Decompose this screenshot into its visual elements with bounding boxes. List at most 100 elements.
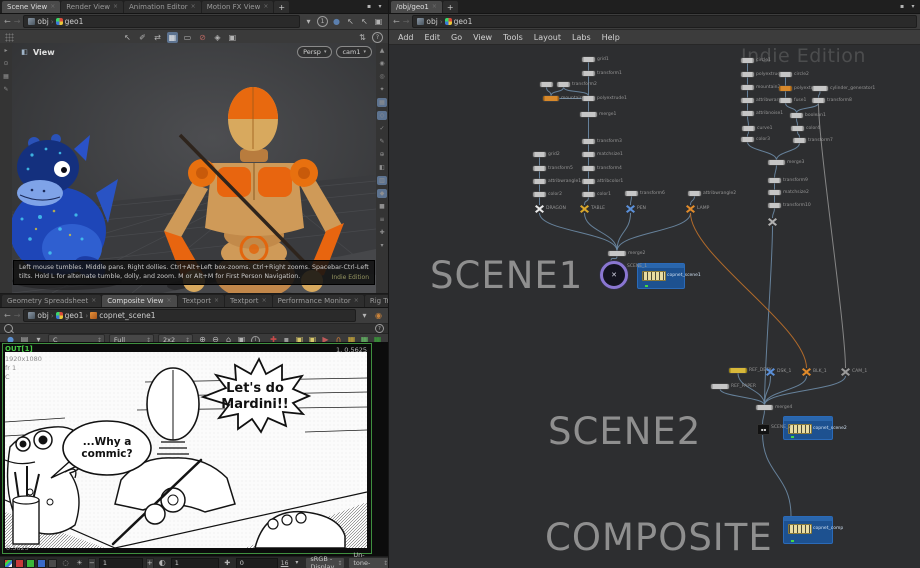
channel-rgb-swatch[interactable] xyxy=(4,559,13,568)
brightness-plus-button[interactable]: + xyxy=(146,558,154,568)
material-sphere-icon[interactable]: ● xyxy=(331,16,342,27)
node-n3[interactable] xyxy=(540,82,553,87)
tab-motion-fx-view[interactable]: Motion FX View× xyxy=(202,1,274,13)
tab-close-icon[interactable]: × xyxy=(166,298,171,304)
snapshot-icon[interactable]: ▣ xyxy=(227,32,238,43)
ortho-icon[interactable]: ◆ xyxy=(377,189,387,198)
node-color4[interactable]: color4 xyxy=(791,126,804,131)
points-display-icon[interactable]: ⊕ xyxy=(377,150,387,159)
node-attribnoise1[interactable]: attribnoise1 xyxy=(741,111,754,116)
network-box-header[interactable] xyxy=(784,417,832,421)
state-info-icon[interactable]: 1 xyxy=(317,16,328,27)
back-icon[interactable]: ← xyxy=(393,18,400,26)
scroll-up-icon[interactable]: ▲ xyxy=(377,46,387,55)
breadcrumb-obj[interactable]: obj xyxy=(417,17,437,26)
node-mountain1[interactable]: mountain1 xyxy=(543,96,559,101)
node-transform5[interactable]: transform5 xyxy=(533,166,546,171)
menu-help[interactable]: Help xyxy=(602,33,620,42)
tab-close-icon[interactable]: × xyxy=(354,298,359,304)
menu-labs[interactable]: Labs xyxy=(572,33,591,42)
node-cylinder-generator1[interactable]: cylinder_generator1 xyxy=(812,86,828,91)
cursor-mode-icon[interactable]: ↖ xyxy=(345,16,356,27)
bit-depth-label[interactable]: 16 xyxy=(281,560,289,567)
brightness-value[interactable]: 1 xyxy=(99,558,143,568)
network-canvas[interactable]: Indie Edition SCENE1SCENE2COMPOSITEcopne… xyxy=(389,42,920,568)
tab-performance-monitor[interactable]: Performance Monitor× xyxy=(273,295,364,307)
pane-menu-icon[interactable]: ▾ xyxy=(376,3,384,11)
node-color2[interactable]: color2 xyxy=(533,192,546,197)
node-grid2[interactable]: grid2 xyxy=(533,152,546,157)
breadcrumb-geo1[interactable]: geo1 xyxy=(445,17,473,26)
help-icon[interactable]: ? xyxy=(375,324,384,333)
path-history-dropdown-icon[interactable]: ▾ xyxy=(359,310,370,321)
menu-go[interactable]: Go xyxy=(451,33,462,42)
normals-icon[interactable]: ◧ xyxy=(377,163,387,172)
tab-obj-geo1[interactable]: /obj/geo1× xyxy=(391,1,442,13)
copnet-node-thumbnail[interactable] xyxy=(788,524,812,534)
tab-scene-view[interactable]: Scene View× xyxy=(2,1,60,13)
node-transform7[interactable]: transform7 xyxy=(793,138,806,143)
node-ref-paper[interactable]: REF_PAPER xyxy=(711,384,729,389)
offset-value[interactable]: 0 xyxy=(236,558,278,568)
pane-menu-icon[interactable]: ▾ xyxy=(909,3,917,11)
material-icon[interactable]: ◈ xyxy=(212,32,223,43)
tab-close-icon[interactable]: × xyxy=(50,4,55,10)
channel-blue-swatch[interactable] xyxy=(37,559,46,568)
node-attribwrangle2[interactable]: attribwrangle2 xyxy=(688,191,701,196)
path-history-dropdown-icon[interactable]: ▾ xyxy=(303,16,314,27)
menu-add[interactable]: Add xyxy=(398,33,414,42)
dolly-icon[interactable]: ■ xyxy=(377,202,387,211)
tab-close-icon[interactable]: × xyxy=(214,298,219,304)
node-scene-2[interactable]: ▪▪SCENE_2 xyxy=(757,424,770,435)
node-merge2[interactable]: merge2 xyxy=(608,251,626,256)
back-icon[interactable]: ← xyxy=(4,18,11,26)
node-transform1[interactable]: transform1 xyxy=(582,71,595,76)
network-box-copnet-comp[interactable]: copnet_comp xyxy=(783,516,833,544)
tonemap-select[interactable]: Un-tone-mapped↕ xyxy=(348,557,391,568)
tab-close-icon[interactable]: × xyxy=(191,4,196,10)
contrast-value[interactable]: 1 xyxy=(171,558,219,568)
node-matchsize1[interactable]: matchsize1 xyxy=(582,152,595,157)
node-transform3[interactable]: transform3 xyxy=(582,139,595,144)
tab-animation-editor[interactable]: Animation Editor× xyxy=(124,1,201,13)
breadcrumb-copnet[interactable]: copnet_scene1 xyxy=(90,311,155,320)
display-options-icon[interactable]: ✦ xyxy=(377,85,387,94)
forward-icon[interactable]: → xyxy=(14,18,21,26)
node-attribcolor1[interactable]: attribcolor1 xyxy=(582,179,595,184)
lock-camera-icon[interactable]: ◉ xyxy=(377,59,387,68)
collapse-strip-icon[interactable]: ▸ xyxy=(1,46,11,55)
breadcrumb-geo1[interactable]: geo1 xyxy=(56,17,84,26)
pin-viewport-icon[interactable]: ⊙ xyxy=(1,59,11,68)
node-merge1[interactable]: merge1 xyxy=(580,112,597,117)
node-color3[interactable]: color3 xyxy=(741,137,754,142)
render-region-icon[interactable]: ⊘ xyxy=(197,32,208,43)
tab-textport[interactable]: Textport× xyxy=(225,295,272,307)
ghost-icon[interactable]: ◌ xyxy=(60,558,71,568)
colorspace-select[interactable]: sRGB - Display↕ xyxy=(305,557,345,568)
node-fuse1[interactable]: fuse1 xyxy=(779,98,792,103)
scroll-down-icon[interactable]: ▾ xyxy=(377,241,387,250)
node-scene-1[interactable]: ✕SCENE_1 xyxy=(600,261,628,289)
node-polyextrude2[interactable]: polyextrude2 xyxy=(741,72,754,77)
brightness-minus-button[interactable]: − xyxy=(88,558,96,568)
tab-geometry-spreadsheet[interactable]: Geometry Spreadsheet× xyxy=(2,295,101,307)
node-matchsize2[interactable]: matchsize2 xyxy=(768,190,781,195)
edit-mode-icon[interactable]: ✎ xyxy=(1,85,11,94)
node-mountain2[interactable]: mountain2 xyxy=(741,85,754,90)
wireframe-icon[interactable]: ◇ xyxy=(377,111,387,120)
select-tool-icon[interactable]: ↖ xyxy=(122,32,133,43)
visibility-icon[interactable]: ✓ xyxy=(377,124,387,133)
forward-icon[interactable]: → xyxy=(403,18,410,26)
breadcrumb-obj[interactable]: obj xyxy=(28,17,48,26)
node-transform8[interactable]: transform8 xyxy=(812,98,825,103)
tab-close-icon[interactable]: × xyxy=(91,298,96,304)
brightness-icon[interactable]: ☀ xyxy=(74,558,85,568)
scene-viewport[interactable]: ▸⊙▦✎ ◧ View Persp▾ cam1▾ xyxy=(0,43,388,293)
network-box-header[interactable] xyxy=(784,517,832,521)
tab-plus[interactable]: + xyxy=(274,1,289,13)
node-transform6[interactable]: transform6 xyxy=(625,191,638,196)
snap-grid-icon[interactable]: ▦ xyxy=(167,32,178,43)
toolbar-drag-handle[interactable] xyxy=(5,33,14,42)
lights-icon[interactable]: ◎ xyxy=(377,72,387,81)
tab-plus[interactable]: + xyxy=(443,1,458,13)
